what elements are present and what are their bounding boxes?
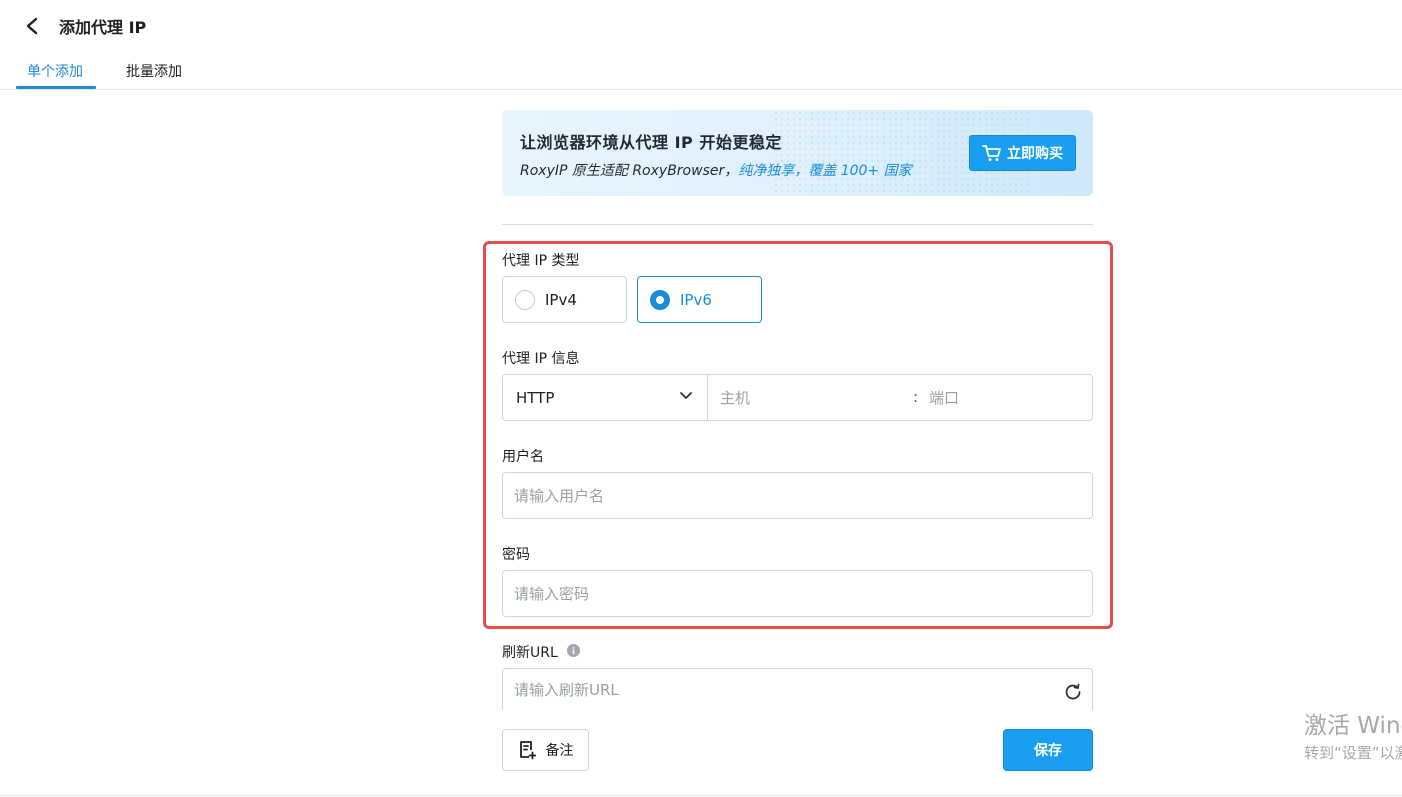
protocol-select[interactable]: HTTP <box>503 375 708 420</box>
back-button[interactable] <box>20 12 44 40</box>
username-input[interactable] <box>502 472 1093 519</box>
main-content: 让浏览器环境从代理 IP 开始更稳定 RoxyIP 原生适配 RoxyBrows… <box>502 110 1093 196</box>
radio-circle-ipv6 <box>650 289 670 310</box>
header: 添加代理 IP 单个添加 批量添加 <box>0 0 1402 90</box>
buy-now-label: 立即购买 <box>1007 146 1063 162</box>
radio-ipv6[interactable]: IPv6 <box>637 276 762 323</box>
refresh-icon[interactable] <box>1063 682 1083 702</box>
refresh-url-input[interactable] <box>502 668 1093 710</box>
password-input[interactable] <box>502 570 1093 617</box>
radio-ipv4[interactable]: IPv4 <box>502 276 627 323</box>
cart-icon <box>982 145 1001 161</box>
note-button[interactable]: 备注 <box>502 729 589 771</box>
username-label: 用户名 <box>502 449 544 465</box>
footer-divider <box>0 795 1402 796</box>
chevron-down-icon <box>680 392 692 399</box>
port-input[interactable] <box>919 375 1092 420</box>
radio-circle-ipv4 <box>515 289 535 310</box>
watermark-line-2: 转到“设置”以激活 Windows。 <box>1304 744 1402 762</box>
banner-subtitle-highlight: 纯净独享，覆盖 100+ 国家 <box>738 163 912 179</box>
section-divider <box>502 224 1093 225</box>
active-tab-indicator <box>16 86 96 89</box>
ip-info-label: 代理 IP 信息 <box>502 351 580 367</box>
radio-label-ipv4: IPv4 <box>545 290 577 309</box>
watermark-line-1: 激活 Windows <box>1304 713 1402 739</box>
host-port-separator: : <box>913 388 919 406</box>
save-button[interactable]: 保存 <box>1003 729 1093 771</box>
chevron-left-icon <box>26 17 38 35</box>
note-label: 备注 <box>545 743 574 759</box>
info-icon[interactable] <box>567 644 580 657</box>
page-title: 添加代理 IP <box>59 18 147 37</box>
buy-now-button[interactable]: 立即购买 <box>969 135 1076 171</box>
proxy-info-row: HTTP : <box>502 374 1093 421</box>
host-input[interactable] <box>709 375 907 420</box>
protocol-value: HTTP <box>516 388 555 407</box>
radio-label-ipv6: IPv6 <box>680 290 712 309</box>
banner-title: 让浏览器环境从代理 IP 开始更稳定 <box>520 133 782 152</box>
windows-activation-watermark: 激活 Windows 转到“设置”以激活 Windows。 <box>1304 712 1402 763</box>
refresh-url-label: 刷新URL <box>502 645 558 661</box>
tab-batch-add[interactable]: 批量添加 <box>126 61 182 81</box>
tab-single-add[interactable]: 单个添加 <box>27 61 83 81</box>
password-label: 密码 <box>502 547 530 563</box>
banner-subtitle: RoxyIP 原生适配 RoxyBrowser，纯净独享，覆盖 100+ 国家 <box>520 160 912 180</box>
ip-type-label: 代理 IP 类型 <box>502 253 580 269</box>
promo-banner: 让浏览器环境从代理 IP 开始更稳定 RoxyIP 原生适配 RoxyBrows… <box>502 110 1093 196</box>
banner-subtitle-prefix: RoxyIP 原生适配 RoxyBrowser， <box>520 163 739 179</box>
note-add-icon <box>519 741 536 760</box>
